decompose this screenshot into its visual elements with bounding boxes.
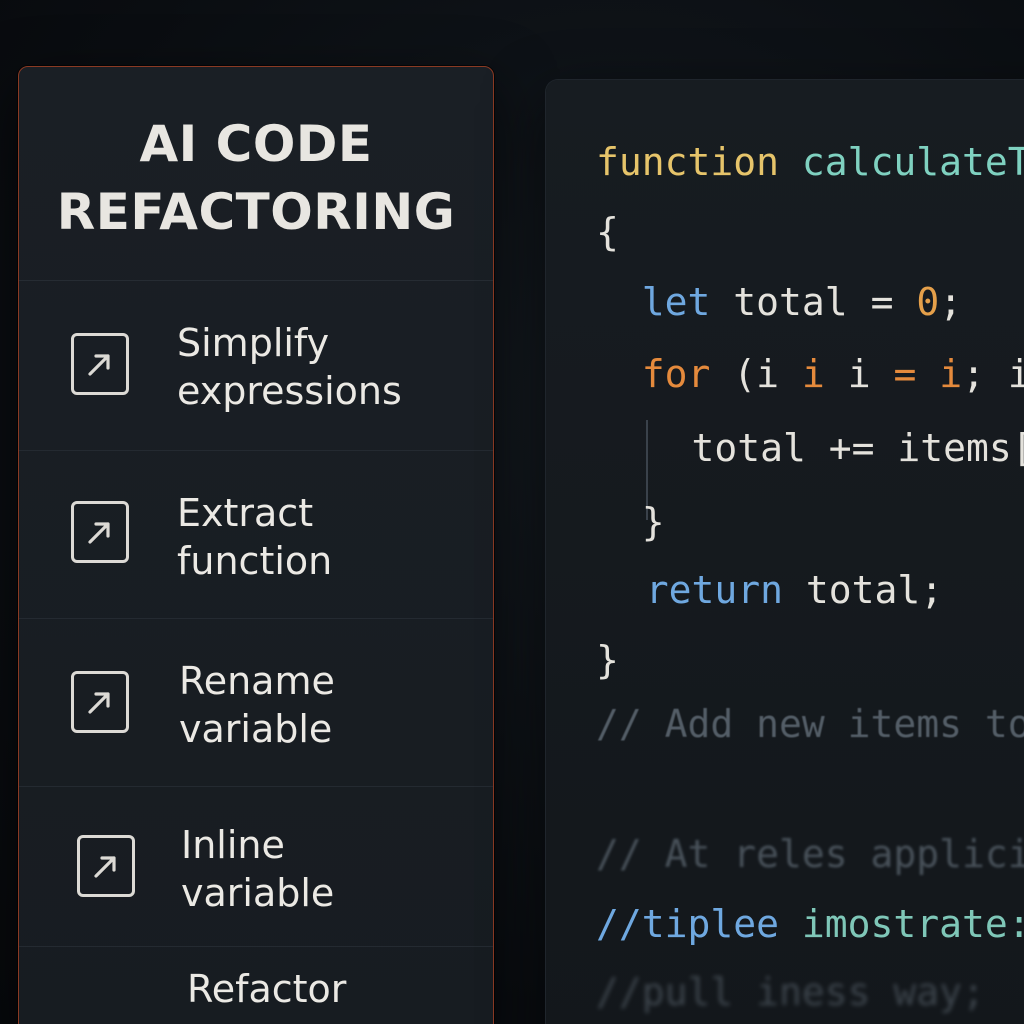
code-token: for — [596, 352, 734, 396]
action-label: Extract function — [177, 491, 333, 583]
action-simplify-expressions[interactable]: Simplify expressions — [19, 281, 493, 451]
arrow-up-right-icon — [77, 835, 135, 897]
code-token: = — [893, 352, 940, 396]
arrow-up-right-icon — [71, 671, 129, 733]
action-extract-function[interactable]: Extract function — [19, 451, 493, 619]
refactoring-panel: AI CODE REFACTORING Simplify expressions… — [18, 66, 494, 1024]
code-token: function — [596, 140, 802, 184]
refactoring-action-list: Simplify expressions Extract function Re… — [19, 281, 493, 1024]
code-token: // At reles applicin — [596, 832, 1024, 876]
code-token: } — [596, 500, 665, 544]
code-token: i — [801, 352, 848, 396]
code-content: function calculateTotal { let total = 0;… — [596, 140, 1024, 1014]
code-line: //pull iness way; — [596, 970, 985, 1014]
code-line: { — [596, 210, 619, 254]
action-label: Simplify expressions — [177, 321, 402, 413]
code-token: = — [870, 280, 917, 324]
code-line: function calculateTotal — [596, 140, 1024, 184]
code-token: total; — [805, 568, 944, 612]
code-token: { — [596, 210, 619, 254]
code-line: // Add new items to — [596, 702, 1024, 746]
code-line: for (i i i = i; items — [596, 352, 1024, 396]
code-line: // At reles applicin — [596, 832, 1024, 876]
code-token: (i — [733, 352, 802, 396]
code-token: //tiplee — [596, 902, 802, 946]
arrow-up-right-icon — [71, 501, 129, 563]
code-token: ; items — [962, 352, 1024, 396]
code-token: let — [596, 280, 734, 324]
code-token: } — [596, 638, 619, 682]
code-token: total += items[i]; — [691, 426, 1024, 470]
code-line: //tiplee imostrate: — [596, 902, 1024, 946]
code-line: let total = 0; — [596, 280, 962, 324]
action-refactor[interactable]: Refactor — [19, 947, 493, 1024]
action-rename-variable[interactable]: Rename variable — [19, 619, 493, 787]
code-token: calculateTotal — [801, 140, 1024, 184]
code-line: total += items[i]; — [600, 426, 1024, 470]
action-label: Rename variable — [179, 659, 335, 751]
code-editor[interactable]: function calculateTotal { let total = 0;… — [546, 80, 1024, 1024]
code-token: i — [939, 352, 963, 396]
panel-header: AI CODE REFACTORING — [19, 67, 493, 281]
code-token: 0 — [916, 280, 940, 324]
arrow-up-right-icon — [71, 333, 129, 395]
action-label: Inline variable — [181, 823, 335, 915]
code-token: //pull iness way; — [596, 970, 985, 1014]
panel-title: AI CODE REFACTORING — [56, 114, 456, 241]
action-label: Refactor — [187, 967, 347, 1011]
action-inline-variable[interactable]: Inline variable — [19, 787, 493, 947]
code-token: total — [733, 280, 871, 324]
code-token: i — [847, 352, 894, 396]
code-line: return total; — [600, 568, 943, 612]
code-line: } — [596, 638, 619, 682]
code-token: // Add new items to — [596, 702, 1024, 746]
code-token: imostrate: — [801, 902, 1024, 946]
code-line: } — [596, 500, 665, 544]
code-token: ; — [939, 280, 963, 324]
code-token: return — [600, 568, 806, 612]
